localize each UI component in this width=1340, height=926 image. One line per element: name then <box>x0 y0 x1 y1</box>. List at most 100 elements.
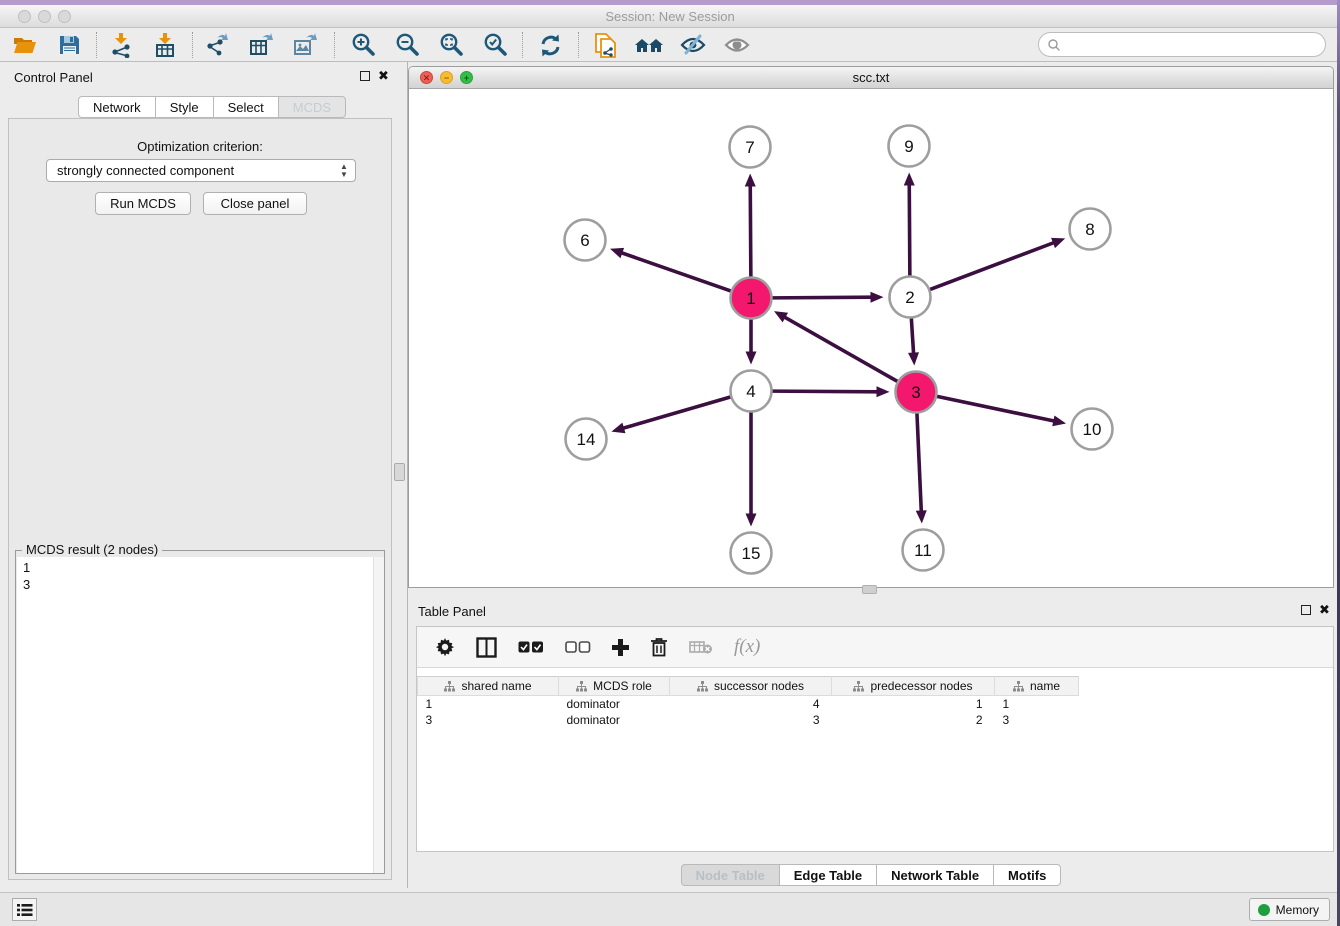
graph-node-9[interactable]: 9 <box>889 126 930 167</box>
export-network-icon[interactable] <box>202 31 232 59</box>
table-row[interactable]: 3dominator323 <box>418 712 1079 728</box>
graph-edge-3-1[interactable] <box>784 317 898 382</box>
column-header-successor-nodes[interactable]: successor nodes <box>670 677 832 696</box>
graph-node-8[interactable]: 8 <box>1070 209 1111 250</box>
refresh-icon[interactable] <box>535 31 565 59</box>
table-cell[interactable]: 3 <box>995 712 1079 728</box>
add-row-icon[interactable] <box>612 635 629 659</box>
float-table-panel-icon[interactable] <box>1301 605 1311 615</box>
tab-network-table[interactable]: Network Table <box>876 864 993 886</box>
delete-table-icon[interactable] <box>689 635 713 659</box>
import-network-icon[interactable] <box>106 31 136 59</box>
graph-node-7[interactable]: 7 <box>730 127 771 168</box>
zoom-fit-icon[interactable] <box>436 31 466 59</box>
graph-node-3[interactable]: 3 <box>896 372 937 413</box>
graph-edge-1-6[interactable] <box>620 252 730 291</box>
app-titlebar: Session: New Session <box>0 5 1340 28</box>
table-cell[interactable]: dominator <box>559 696 670 712</box>
memory-label: Memory <box>1276 903 1319 917</box>
tab-style[interactable]: Style <box>155 96 213 118</box>
delete-row-icon[interactable] <box>650 635 668 659</box>
graph-edge-1-7[interactable] <box>750 184 751 276</box>
graph-arrowhead-1-6 <box>610 248 624 258</box>
graph-node-6[interactable]: 6 <box>565 220 606 261</box>
tab-mcds[interactable]: MCDS <box>278 96 346 118</box>
export-image-icon[interactable] <box>290 31 320 59</box>
graph-node-2[interactable]: 2 <box>890 277 931 318</box>
zoom-in-icon[interactable] <box>348 31 378 59</box>
open-session-icon[interactable] <box>10 31 40 59</box>
function-builder-icon[interactable]: f(x) <box>734 635 760 659</box>
float-panel-icon[interactable] <box>360 71 370 81</box>
criterion-select[interactable]: strongly connected component ▲▼ <box>46 159 356 182</box>
first-neighbors-icon[interactable] <box>634 31 664 59</box>
zoom-out-icon[interactable] <box>392 31 422 59</box>
app-title: Session: New Session <box>0 9 1340 24</box>
hide-selected-icon[interactable] <box>678 31 708 59</box>
show-panel-button[interactable] <box>12 898 37 921</box>
result-scrollbar[interactable] <box>373 557 384 873</box>
memory-button[interactable]: Memory <box>1249 898 1330 921</box>
tab-motifs[interactable]: Motifs <box>993 864 1061 886</box>
table-cell[interactable]: 3 <box>418 712 559 728</box>
import-table-icon[interactable] <box>150 31 180 59</box>
close-panel-icon[interactable]: ✖ <box>378 68 389 84</box>
close-table-panel-icon[interactable]: ✖ <box>1319 602 1330 618</box>
vertical-splitter-grip[interactable] <box>394 463 405 481</box>
graph-node-15[interactable]: 15 <box>731 533 772 574</box>
graph-node-14[interactable]: 14 <box>566 419 607 460</box>
graph-edge-3-10[interactable] <box>937 396 1055 421</box>
search-input[interactable] <box>1061 38 1325 52</box>
table-settings-icon[interactable] <box>435 635 455 659</box>
memory-status-icon <box>1258 904 1270 916</box>
tab-edge-table[interactable]: Edge Table <box>779 864 876 886</box>
graph-edge-3-11[interactable] <box>917 413 921 512</box>
search-field[interactable] <box>1038 32 1326 57</box>
select-all-icon[interactable] <box>518 635 544 659</box>
clone-network-icon[interactable] <box>590 31 620 59</box>
column-header-MCDS-role[interactable]: MCDS role <box>559 677 670 696</box>
control-panel-header: Control Panel ✖ <box>0 62 400 92</box>
table-cell[interactable]: 1 <box>418 696 559 712</box>
graph-arrowhead-3-10 <box>1052 415 1066 426</box>
main-toolbar <box>0 28 1340 62</box>
table-cell[interactable]: 2 <box>832 712 995 728</box>
network-canvas[interactable]: 7 9 6 8 1 2 4 3 14 10 15 11 <box>409 89 1333 587</box>
graph-arrowhead-4-15 <box>746 514 757 527</box>
mcds-result-textarea[interactable]: 1 3 <box>17 557 384 873</box>
tab-select[interactable]: Select <box>213 96 278 118</box>
save-session-icon[interactable] <box>54 31 84 59</box>
graph-node-4[interactable]: 4 <box>731 371 772 412</box>
svg-text:1: 1 <box>746 289 755 308</box>
graph-node-11[interactable]: 11 <box>903 530 944 571</box>
graph-edge-2-8[interactable] <box>930 242 1055 289</box>
horizontal-splitter-grip[interactable] <box>862 585 877 594</box>
run-mcds-button[interactable]: Run MCDS <box>95 192 191 215</box>
table-cell[interactable]: 4 <box>670 696 832 712</box>
graph-edge-2-3[interactable] <box>911 318 913 354</box>
table-cell[interactable]: 1 <box>995 696 1079 712</box>
column-header-name[interactable]: name <box>995 677 1079 696</box>
table-row[interactable]: 1dominator411 <box>418 696 1079 712</box>
column-header-predecessor-nodes[interactable]: predecessor nodes <box>832 677 995 696</box>
graph-node-1[interactable]: 1 <box>731 278 772 319</box>
toolbar-separator <box>192 32 193 58</box>
table-cell[interactable]: 3 <box>670 712 832 728</box>
toggle-panels-icon[interactable] <box>476 635 497 659</box>
graph-edge-1-2[interactable] <box>772 297 872 298</box>
column-header-shared-name[interactable]: shared name <box>418 677 559 696</box>
control-panel-tabs: Network Style Select MCDS <box>78 96 346 118</box>
table-cell[interactable]: dominator <box>559 712 670 728</box>
deselect-all-icon[interactable] <box>565 635 591 659</box>
graph-node-10[interactable]: 10 <box>1072 409 1113 450</box>
zoom-selected-icon[interactable] <box>480 31 510 59</box>
export-table-icon[interactable] <box>246 31 276 59</box>
graph-edge-4-3[interactable] <box>772 391 878 392</box>
show-all-icon[interactable] <box>722 31 752 59</box>
tab-network[interactable]: Network <box>78 96 155 118</box>
graph-edge-2-9[interactable] <box>909 183 910 275</box>
tab-node-table[interactable]: Node Table <box>681 864 779 886</box>
graph-edge-4-14[interactable] <box>622 397 730 429</box>
close-panel-button[interactable]: Close panel <box>203 192 307 215</box>
table-cell[interactable]: 1 <box>832 696 995 712</box>
